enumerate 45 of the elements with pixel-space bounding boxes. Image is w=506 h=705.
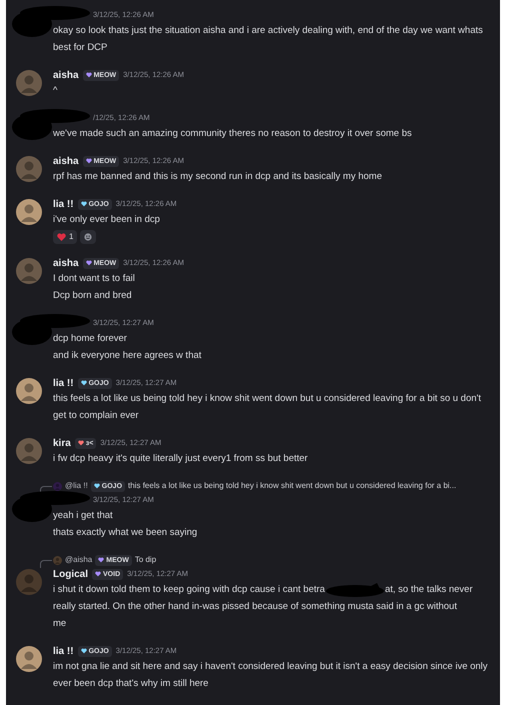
author-name[interactable]: aisha <box>53 68 79 82</box>
message-text: I dont want ts to fail <box>53 272 136 286</box>
message-text: and ik everyone here agrees w that <box>53 349 202 363</box>
message-text: dcp home forever <box>53 332 128 346</box>
avatar-icon <box>53 482 62 490</box>
heart-icon <box>57 233 66 241</box>
avatar-icon <box>16 438 42 464</box>
message-text: i fw dcp heavy it's quite literally just every1 from ss but better <box>53 452 308 466</box>
message-text: Dcp born and bred <box>53 289 133 303</box>
message-text: yeah i get that <box>53 509 114 523</box>
message-text: im not gna lie and sit here and say i haven't considered leaving but it isn't a easy decision since ive only ever been dcp that's why im still here <box>53 660 489 691</box>
reaction-button[interactable]: 1 <box>53 230 78 244</box>
avatar-icon <box>16 199 42 225</box>
emoji-icon <box>84 233 92 241</box>
avatar-icon <box>16 569 42 595</box>
avatar-icon <box>16 258 42 284</box>
message-text: me <box>53 617 68 631</box>
message-text: thats exactly what we been saying <box>53 526 198 540</box>
avatar-icon <box>16 70 42 96</box>
message-text: at, so the talks never <box>384 583 473 597</box>
author-name[interactable]: lia !! <box>53 376 74 390</box>
reply-preview[interactable]: this feels a lot like us being told hey i know shit went down but u considered leaving for a bi... <box>128 480 456 492</box>
redaction-mark <box>324 582 385 596</box>
author-name[interactable]: lia !! <box>53 196 74 212</box>
message-text: this feels a lot like us being told hey i know shit went down but u considered leaving for a bit so u don't get to complain ever <box>53 392 482 423</box>
message-text: okay so look thats just the situation aisha and i are actively dealing with, end of the day we want whats best for DCP <box>53 24 484 55</box>
add-reaction-button[interactable] <box>80 230 96 244</box>
reply-preview[interactable]: To dip <box>134 554 156 566</box>
reply-author[interactable]: @lia !! <box>65 480 88 492</box>
message-text: i've only ever been in dcp <box>53 213 161 227</box>
reply-author[interactable]: @aisha <box>65 554 92 566</box>
message-text: i shut it down told them to keep going with dcp cause i cant betra <box>53 583 325 597</box>
avatar-icon <box>16 378 42 404</box>
author-name[interactable]: kira <box>53 436 71 450</box>
avatar-icon <box>16 646 42 672</box>
author-name[interactable]: aisha <box>53 256 79 270</box>
message-text: ^ <box>53 84 58 98</box>
message-text: rpf has me banned and this is my second run in dcp and its basically my home <box>53 170 382 184</box>
message-text: we've made such an amazing community theres no reason to destroy it over some bs <box>53 127 412 141</box>
avatar-icon <box>53 556 62 564</box>
author-name[interactable]: Logical <box>53 566 88 582</box>
avatar-icon <box>16 156 42 182</box>
author-name[interactable]: lia !! <box>53 644 74 658</box>
message-text: really started. On the other hand in-was pissed because of something musta said in a gc without <box>53 600 458 614</box>
author-name[interactable]: aisha <box>53 154 79 168</box>
